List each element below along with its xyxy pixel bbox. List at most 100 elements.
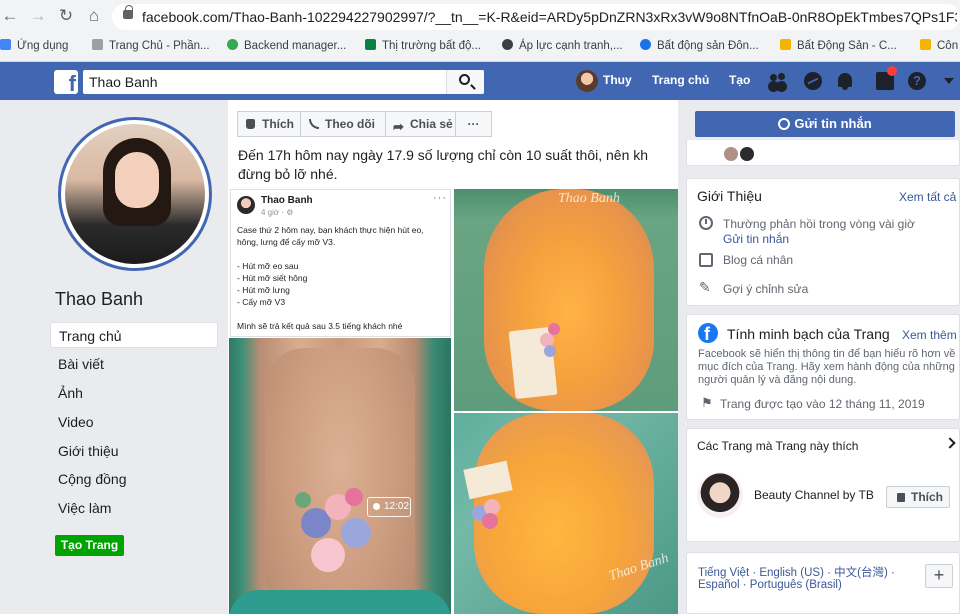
- friend-requests-icon[interactable]: [769, 72, 787, 90]
- page-category-link[interactable]: Blog cá nhân: [723, 253, 793, 267]
- bookmark-item[interactable]: Bất động sản Đôn...: [640, 39, 759, 52]
- help-icon[interactable]: ?: [908, 72, 926, 90]
- search-input[interactable]: [83, 70, 484, 94]
- add-language-button[interactable]: +: [925, 564, 953, 588]
- globe-icon: [502, 39, 513, 50]
- liked-page-avatar[interactable]: [697, 472, 743, 518]
- post-photo[interactable]: Thao Banh: [454, 189, 678, 411]
- description-line: người quản lý và đăng nội dung.: [698, 374, 857, 386]
- author-avatar[interactable]: [237, 196, 255, 214]
- search-button[interactable]: [446, 70, 484, 94]
- transparency-description: Facebook sẽ hiển thị thông tin để bạn hi…: [698, 348, 956, 387]
- bookmark-item[interactable]: Backend manager...: [227, 39, 346, 52]
- nav-item-jobs[interactable]: Việc làm: [50, 495, 218, 521]
- body-line: - Hút mỡ lưng: [237, 285, 290, 295]
- follower-avatar[interactable]: [740, 147, 754, 161]
- bookmark-item[interactable]: Áp lực cạnh tranh,...: [502, 39, 623, 52]
- post-photo[interactable]: Thao Banh: [454, 413, 678, 614]
- see-more-link[interactable]: Xem thêm: [902, 328, 957, 342]
- search-icon: [459, 74, 470, 85]
- profile-photo-face: [115, 152, 159, 208]
- bookmark-apps[interactable]: Ứng dụng: [0, 39, 68, 52]
- thumbs-up-icon: [246, 119, 255, 129]
- bookmark-icon: [640, 39, 651, 50]
- bookmark-item[interactable]: Bất Động Sản - C...: [780, 39, 897, 52]
- about-title: Giới Thiệu: [697, 188, 762, 204]
- notification-badge: [887, 66, 897, 76]
- body-line: [237, 248, 447, 260]
- shared-post-card[interactable]: Thao Banh 4 giờ · ⚙ ··· Case thứ 2 hôm n…: [230, 189, 451, 337]
- send-message-link[interactable]: Gửi tin nhắn: [723, 232, 789, 246]
- lock-icon: [123, 5, 133, 19]
- follower-avatar[interactable]: [724, 147, 738, 161]
- bookmarks-bar: Ứng dụng Trang Chủ - Phần... Backend man…: [0, 36, 960, 58]
- bookmark-item[interactable]: Trang Chủ - Phần...: [92, 39, 210, 52]
- photo-subject: [265, 348, 415, 614]
- like-liked-page-button[interactable]: Thích: [886, 486, 950, 508]
- more-dots-icon: ···: [467, 117, 480, 131]
- bookmark-icon: [92, 39, 103, 50]
- post-timestamp[interactable]: 4 giờ · ⚙: [261, 208, 293, 217]
- response-time-text: Thường phản hồi trong vòng vài giờ: [723, 217, 915, 231]
- body-line: Case thứ 2 hôm nay, bạn khách thực hiện …: [237, 225, 424, 235]
- liked-page-name[interactable]: Beauty Channel by TB: [754, 488, 874, 502]
- back-arrow-icon[interactable]: ←: [0, 6, 20, 26]
- nav-item-photos[interactable]: Ảnh: [50, 380, 218, 406]
- clock-icon: [699, 216, 713, 230]
- page-profile-picture[interactable]: [58, 117, 212, 271]
- language-list-line[interactable]: Español · Português (Brasil): [698, 579, 842, 591]
- transparency-title: Tính minh bạch của Trang: [727, 326, 890, 342]
- home-icon[interactable]: ⌂: [84, 6, 104, 26]
- bookmark-item[interactable]: Thị trường bất độ...: [365, 39, 481, 52]
- profile-photo: [65, 124, 205, 264]
- url-text[interactable]: facebook.com/Thao-Banh-102294227902997/?…: [142, 9, 957, 25]
- share-button[interactable]: Chia sẻ: [385, 111, 456, 139]
- nav-item-home[interactable]: Trang chủ: [50, 322, 218, 348]
- description-line: mục đích của Trang. Hãy xem hành động củ…: [698, 361, 955, 373]
- nav-item-posts[interactable]: Bài viết: [50, 351, 218, 377]
- description-line: Facebook sẽ hiển thị thông tin để bạn hi…: [698, 348, 956, 360]
- create-link[interactable]: Tạo: [729, 73, 750, 87]
- messenger-icon[interactable]: [804, 72, 822, 90]
- page-created-date: Trang được tạo vào 12 tháng 11, 2019: [720, 397, 925, 411]
- apps-grid-icon: [0, 39, 11, 50]
- body-line: - Cấy mỡ V3: [237, 297, 286, 307]
- author-name[interactable]: Thao Banh: [261, 195, 313, 206]
- facebook-top-bar: f Thuy Trang chủ Tạo ?: [0, 62, 960, 100]
- nav-item-videos[interactable]: Video: [50, 409, 218, 435]
- like-page-button[interactable]: Thích: [237, 111, 301, 137]
- share-arrow-icon: [393, 115, 406, 139]
- photo-watermark: Thao Banh: [558, 191, 620, 206]
- create-page-button[interactable]: Tạo Trang: [55, 535, 124, 556]
- liked-pages-title[interactable]: Các Trang mà Trang này thích: [697, 439, 858, 453]
- body-line: hông, lưng để cấy mỡ V3.: [237, 237, 336, 247]
- nav-item-about[interactable]: Giới thiệu: [50, 438, 218, 464]
- video-duration-badge: 12:02: [367, 497, 411, 517]
- bookmark-icon: [365, 39, 376, 50]
- notifications-bell-icon[interactable]: [838, 73, 852, 90]
- post-video-thumbnail[interactable]: [229, 338, 451, 614]
- address-bar[interactable]: facebook.com/Thao-Banh-102294227902997/?…: [112, 4, 960, 30]
- see-all-link[interactable]: Xem tất cả: [899, 190, 956, 204]
- account-menu-caret-icon[interactable]: [944, 78, 954, 84]
- bookmark-item[interactable]: Côn: [920, 39, 958, 52]
- reload-icon[interactable]: ↻: [56, 6, 76, 26]
- flag-icon: [700, 395, 714, 411]
- language-list-line[interactable]: Tiếng Việt · English (US) · 中文(台灣) ·: [698, 564, 895, 580]
- facebook-logo-icon[interactable]: f: [54, 70, 78, 94]
- nav-item-community[interactable]: Cộng đồng: [50, 466, 218, 492]
- pencil-icon: [699, 279, 713, 296]
- forward-arrow-icon[interactable]: →: [28, 6, 48, 26]
- home-link[interactable]: Trang chủ: [652, 73, 709, 87]
- post-options-icon[interactable]: ···: [433, 192, 447, 204]
- bookmark-icon: [920, 39, 931, 50]
- user-name-link[interactable]: Thuy: [603, 73, 632, 87]
- follow-button[interactable]: Theo dõi: [300, 111, 386, 137]
- send-message-button[interactable]: Gửi tin nhắn: [695, 111, 955, 137]
- more-actions-button[interactable]: ···: [455, 111, 492, 137]
- facebook-circle-icon: f: [698, 323, 718, 343]
- suggest-edit-link[interactable]: Gợi ý chỉnh sửa: [723, 282, 808, 296]
- browser-chrome: ← → ↻ ⌂ facebook.com/Thao-Banh-102294227…: [0, 0, 960, 62]
- page-name[interactable]: Thao Banh: [55, 289, 143, 310]
- user-avatar[interactable]: [576, 70, 598, 92]
